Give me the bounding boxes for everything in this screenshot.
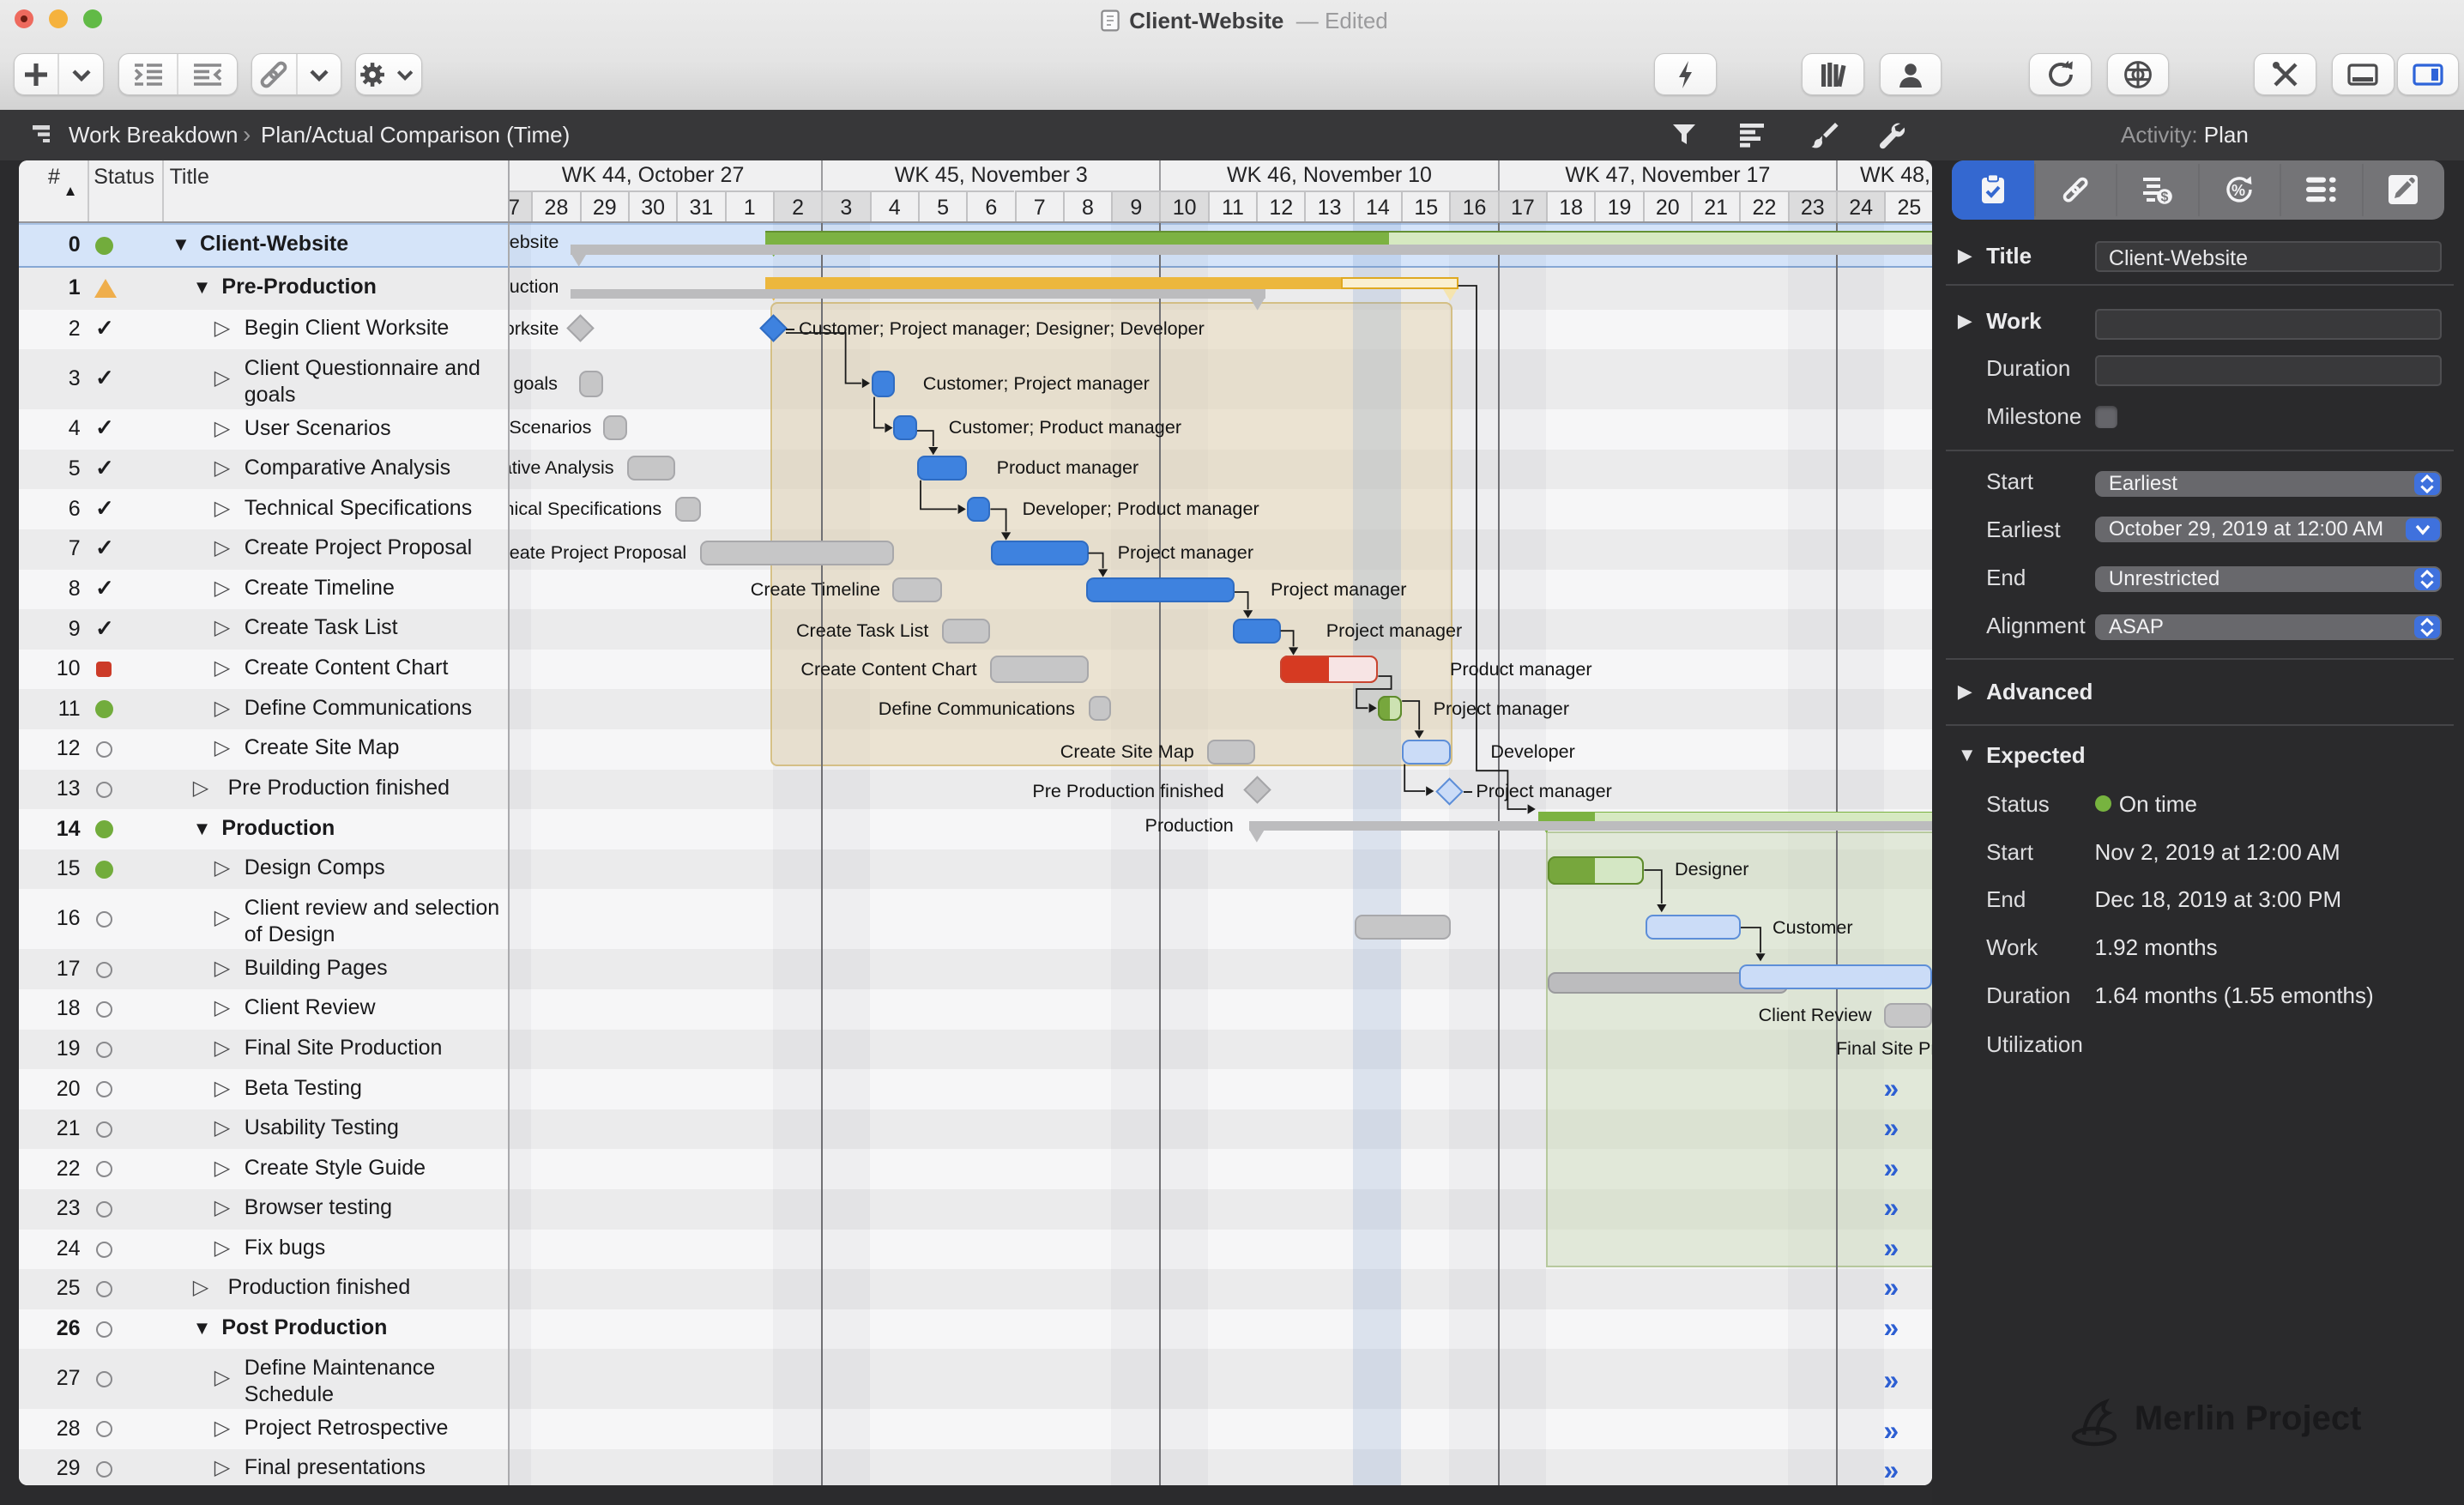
svg-text:%: % <box>2231 182 2245 199</box>
svg-text:$: $ <box>2161 190 2169 205</box>
